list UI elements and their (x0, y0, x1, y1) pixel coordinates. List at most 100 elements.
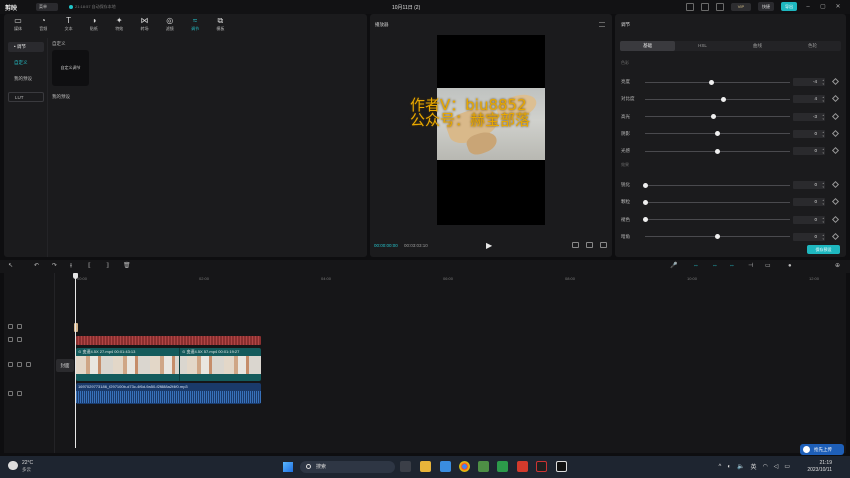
value-input[interactable]: 0 ▴ ▾ (793, 147, 825, 156)
undo-icon[interactable]: ↶ (34, 263, 39, 270)
select-icon[interactable]: ↖ (8, 263, 13, 270)
audio-mute-icon[interactable] (26, 362, 31, 367)
custom-adjust-card[interactable]: 自定义调节 (52, 50, 89, 86)
menu-button[interactable]: 菜单 (36, 3, 58, 11)
value-input[interactable]: 4 ▴ ▾ (793, 95, 825, 104)
tool-adjust[interactable]: ≈ 调节 (184, 16, 206, 32)
stepper-icon[interactable]: ▴ ▾ (822, 233, 824, 241)
eye-icon[interactable] (17, 337, 22, 342)
export-button[interactable]: 导出 (781, 2, 797, 11)
task-view-icon[interactable] (400, 461, 411, 472)
sidebar-item-adjust[interactable]: • 调节 (8, 42, 44, 52)
start-icon[interactable] (283, 462, 293, 472)
store-icon[interactable] (440, 461, 451, 472)
tool-media[interactable]: ▭ 媒体 (7, 16, 29, 32)
tab-basic[interactable]: 基础 (620, 41, 675, 51)
chrome-icon[interactable] (459, 461, 470, 472)
video-preview[interactable] (437, 35, 545, 225)
wifi-icon[interactable]: ◠ (762, 463, 767, 470)
stepper-icon[interactable]: ▴ ▾ (822, 113, 824, 121)
timeline[interactable]: 00:00 02:00 04:00 06:00 08:00 10:00 12:00 封面 ⊙… (4, 273, 846, 453)
layout-icon[interactable] (686, 2, 694, 11)
redo-icon[interactable]: ↷ (52, 263, 57, 270)
fullscreen-icon[interactable] (600, 242, 607, 248)
tool-transition[interactable]: ⋈ 转场 (134, 16, 156, 32)
playhead[interactable] (75, 273, 76, 448)
slider-track[interactable] (645, 184, 790, 186)
value-input[interactable]: -4 ▴ ▾ (793, 78, 825, 86)
slider-track[interactable] (645, 201, 790, 203)
link-icon[interactable]: ⇔ (729, 263, 735, 270)
stepper-icon[interactable]: ▴ ▾ (822, 147, 824, 155)
weather-icon[interactable] (8, 461, 18, 470)
slider-knob[interactable] (715, 131, 720, 137)
input-lang[interactable]: 英 (750, 462, 756, 471)
slider-knob[interactable] (720, 96, 726, 102)
stepper-icon[interactable]: ▴ ▾ (822, 216, 824, 224)
tool-audio[interactable]: ◔ 音频 (32, 16, 54, 32)
lock-icon[interactable] (8, 362, 13, 367)
audio-clip[interactable]: 1697029773186_f297100b-d73c-4f6d-9a50-f2… (76, 383, 261, 404)
split-icon[interactable]: ⫲ (70, 263, 72, 270)
tool-template[interactable]: ⧉ 模板 (209, 16, 231, 32)
value-input[interactable]: 0 ▴ ▾ (793, 129, 825, 138)
clock-date[interactable]: 2023/10/11 (807, 467, 832, 473)
slider-knob[interactable] (715, 148, 720, 154)
stepper-icon[interactable]: ▴ ▾ (822, 78, 824, 86)
video-clip-track[interactable]: ⊙ 变速4.5X 27.mp4 00:01:43:13 ⊙ 变速4.5X 57.… (76, 348, 261, 381)
network-icon[interactable]: ◐ (727, 464, 731, 470)
tool-effects[interactable]: ✦ 特效 (108, 16, 130, 32)
app-icon[interactable] (536, 461, 547, 472)
clock-time[interactable]: 21:19 (819, 460, 832, 466)
value-input[interactable]: -3 ▴ ▾ (793, 112, 825, 121)
lock-icon[interactable] (8, 324, 13, 329)
value-input[interactable]: 0 ▴ ▾ (793, 181, 825, 189)
eye-icon[interactable] (17, 362, 22, 367)
stepper-icon[interactable]: ▴ ▾ (822, 181, 824, 189)
tab-hsl[interactable]: HSL (675, 41, 730, 51)
delete-icon[interactable]: 🗑 (123, 263, 131, 270)
zoom-in-icon[interactable]: ⊕ (835, 263, 840, 270)
stepper-icon[interactable]: ▴ ▾ (822, 130, 824, 138)
crop-icon[interactable] (572, 242, 579, 248)
play-icon[interactable]: ▶ (486, 241, 492, 250)
lock-icon[interactable] (8, 337, 13, 342)
keyframe-icon[interactable] (831, 112, 840, 120)
player-menu-icon[interactable] (599, 22, 605, 27)
tab-color-wheel[interactable]: 色轮 (785, 41, 840, 51)
keyframe-icon[interactable] (831, 77, 840, 86)
playhead-handle[interactable] (73, 273, 78, 279)
sidebar-item-custom[interactable]: 自定义 (8, 58, 44, 68)
keyframe-icon[interactable] (831, 198, 840, 206)
settings-icon[interactable] (716, 2, 724, 11)
capcut-icon[interactable] (556, 461, 567, 472)
slider-track[interactable] (645, 219, 790, 221)
split-left-icon[interactable]: ⟦ (88, 263, 91, 270)
tool-sticker[interactable]: ◑ 贴纸 (83, 16, 105, 32)
eye-icon[interactable] (17, 324, 22, 329)
stepper-icon[interactable]: ▴ ▾ (822, 95, 824, 103)
keyframe-icon[interactable] (831, 95, 840, 103)
maximize-icon[interactable]: ▢ (819, 3, 827, 11)
tool-text[interactable]: T 文本 (58, 16, 80, 32)
microphone-icon[interactable]: 🎤 (670, 263, 677, 270)
slider-knob[interactable] (710, 114, 716, 120)
speaker-icon[interactable]: ◁ (774, 463, 779, 470)
effect-clip[interactable] (76, 336, 261, 345)
volume-icon[interactable]: 🔈 (737, 463, 744, 470)
minimize-icon[interactable]: – (804, 3, 812, 11)
link-main-track-icon[interactable]: ⇔ (693, 263, 699, 270)
taskbar-search[interactable]: 搜索 (300, 461, 395, 473)
volume-icon[interactable] (17, 391, 22, 396)
sidebar-item-my-presets[interactable]: 我的预设 (8, 74, 44, 84)
wechat-icon[interactable] (497, 461, 508, 472)
sidebar-item-lut[interactable]: LUT (8, 92, 44, 102)
slider-track[interactable] (645, 98, 790, 100)
value-input[interactable]: 0 ▴ ▾ (793, 198, 825, 207)
stepper-icon[interactable]: ▴ ▾ (822, 198, 824, 206)
chevron-up-icon[interactable]: ^ (719, 464, 722, 470)
vip-badge[interactable]: VIP (731, 2, 751, 11)
slider-track[interactable] (645, 116, 790, 118)
wps-icon[interactable] (517, 461, 528, 472)
battery-icon[interactable]: ▭ (784, 463, 790, 470)
